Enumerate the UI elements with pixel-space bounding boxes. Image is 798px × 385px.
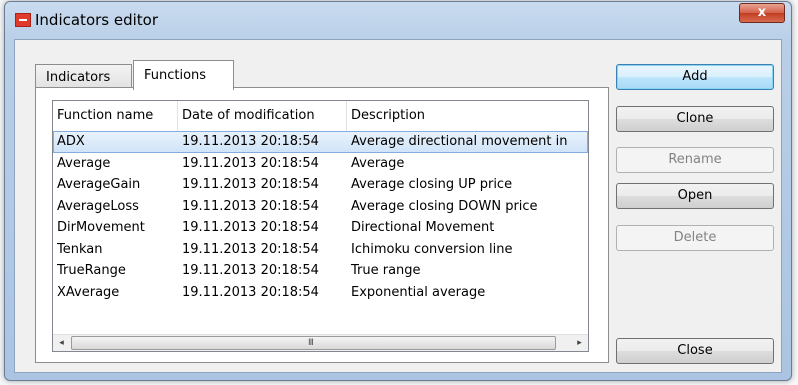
cell-function-name: DirMovement	[57, 220, 145, 235]
open-button[interactable]: Open	[616, 183, 774, 209]
list-body: ADX 19.11.2013 20:18:54 Average directio…	[53, 131, 588, 303]
table-row[interactable]: AverageGain 19.11.2013 20:18:54 Average …	[53, 174, 588, 196]
scrollbar-grip-icon: III	[308, 338, 314, 348]
cell-date: 19.11.2013 20:18:54	[182, 155, 319, 171]
cell-function-name: AverageGain	[57, 177, 141, 192]
cell-description: Average closing DOWN price	[351, 198, 538, 214]
functions-list[interactable]: Function name Date of modification Descr…	[52, 100, 589, 352]
cell-function-name: XAverage	[57, 284, 120, 300]
indicators-editor-window: Indicators editor x Indicators Functions…	[4, 1, 792, 381]
delete-button[interactable]: Delete	[616, 225, 774, 251]
functions-tab-panel: Function name Date of modification Descr…	[35, 87, 609, 363]
cell-function-name: TrueRange	[57, 263, 126, 278]
table-row[interactable]: AverageLoss 19.11.2013 20:18:54 Average …	[53, 196, 588, 218]
cell-date: 19.11.2013 20:18:54	[182, 220, 319, 235]
cell-date: 19.11.2013 20:18:54	[182, 263, 319, 278]
cell-function-name: Tenkan	[57, 241, 103, 257]
app-icon	[15, 13, 31, 27]
table-row[interactable]: TrueRange 19.11.2013 20:18:54 True range	[53, 260, 588, 282]
table-row[interactable]: Average 19.11.2013 20:18:54 Average	[53, 153, 588, 175]
close-button[interactable]: Close	[616, 338, 774, 364]
horizontal-scrollbar[interactable]: ◂ III ▸	[53, 334, 588, 351]
cell-date: 19.11.2013 20:18:54	[182, 241, 319, 257]
cell-description: Ichimoku conversion line	[351, 241, 513, 257]
cell-description: Average closing UP price	[351, 177, 513, 192]
scroll-right-arrow-icon[interactable]: ▸	[571, 335, 588, 351]
cell-date: 19.11.2013 20:18:54	[182, 134, 319, 149]
scrollbar-thumb[interactable]: III	[71, 336, 556, 350]
cell-date: 19.11.2013 20:18:54	[182, 284, 319, 300]
close-window-button[interactable]: x	[739, 3, 785, 23]
table-row[interactable]: XAverage 19.11.2013 20:18:54 Exponential…	[53, 282, 588, 304]
title-bar[interactable]: Indicators editor x	[5, 2, 791, 38]
cell-description: Average directional movement in	[351, 134, 568, 149]
tab-functions[interactable]: Functions	[133, 60, 234, 90]
scroll-left-arrow-icon[interactable]: ◂	[53, 335, 70, 351]
dialog-client-area: Indicators Functions Function name Date …	[14, 39, 782, 373]
clone-button[interactable]: Clone	[616, 106, 774, 132]
column-header-date-of-modification[interactable]: Date of modification	[178, 101, 347, 131]
rename-button[interactable]: Rename	[616, 147, 774, 173]
window-title: Indicators editor	[35, 11, 159, 29]
table-row[interactable]: DirMovement 19.11.2013 20:18:54 Directio…	[53, 217, 588, 239]
cell-description: Exponential average	[351, 284, 486, 300]
list-header: Function name Date of modification Descr…	[53, 101, 588, 132]
cell-function-name: ADX	[57, 134, 85, 149]
cell-description: Average	[351, 155, 405, 171]
cell-date: 19.11.2013 20:18:54	[182, 177, 319, 192]
cell-function-name: AverageLoss	[57, 198, 139, 214]
column-header-description[interactable]: Description	[347, 101, 588, 131]
cell-function-name: Average	[57, 155, 111, 171]
cell-description: Directional Movement	[351, 220, 495, 235]
column-header-function-name[interactable]: Function name	[53, 101, 178, 131]
cell-date: 19.11.2013 20:18:54	[182, 198, 319, 214]
cell-description: True range	[351, 263, 421, 278]
add-button[interactable]: Add	[616, 64, 774, 90]
table-row[interactable]: ADX 19.11.2013 20:18:54 Average directio…	[53, 131, 588, 153]
tab-indicators[interactable]: Indicators	[35, 64, 132, 88]
table-row[interactable]: Tenkan 19.11.2013 20:18:54 Ichimoku conv…	[53, 239, 588, 261]
